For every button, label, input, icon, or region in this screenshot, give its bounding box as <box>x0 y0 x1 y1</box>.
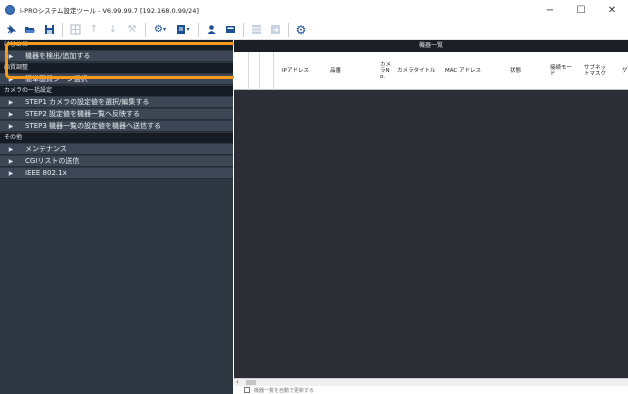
play-arrow-icon: ▶ <box>8 145 14 153</box>
column-header-camera-title[interactable]: カメラタイトル <box>397 52 439 90</box>
horizontal-scrollbar[interactable]: ‹ <box>234 378 628 386</box>
play-arrow-icon: ▶ <box>8 110 14 118</box>
toolbar-separator <box>145 22 146 37</box>
column-header-camera-no[interactable]: カメラNo. <box>380 52 391 90</box>
save-icon[interactable] <box>42 23 56 37</box>
upload-icon[interactable]: ↑ <box>87 23 101 37</box>
auto-update-checkbox[interactable] <box>244 387 250 393</box>
menu-item-label: STEP3 機器一覧の設定値を機器へ送信する <box>25 121 162 130</box>
window-title: i-PROシステム設定ツール - V6.99.99.7 [192.168.0.9… <box>20 7 199 15</box>
export-icon[interactable] <box>268 23 282 37</box>
close-button[interactable]: ✕ <box>597 0 627 20</box>
toolbar-separator <box>243 22 244 37</box>
menu-item-ieee-8021x[interactable]: ▶ IEEE 802.1x <box>0 168 233 179</box>
menu-item-maintenance[interactable]: ▶ メンテナンス <box>0 144 233 155</box>
pin-icon[interactable] <box>4 23 18 37</box>
sidebar: はじめに ▶ 機器を検出/追加する 画質調整 ▶ 簡単画質シーン選択 カメラの一… <box>0 40 233 394</box>
menu-item-label: メンテナンス <box>25 144 67 153</box>
column-header-subnet-mask[interactable]: サブネットマスク <box>584 52 608 90</box>
menu-item-label: STEP1 カメラの設定値を選択/編集する <box>25 97 150 106</box>
section-header-bulk-settings: カメラの一括設定 <box>0 86 233 96</box>
tools-icon[interactable]: ⚒ <box>125 23 139 37</box>
device-list-panel: 機器一覧 IPアドレス 品番 カメラNo. カメラタイトル MAC アドレス 状… <box>234 40 628 394</box>
open-folder-icon[interactable] <box>23 23 37 37</box>
column-header-connection-mode[interactable]: 接続モード <box>550 52 572 90</box>
menu-item-step1[interactable]: ▶ STEP1 カメラの設定値を選択/編集する <box>0 97 233 108</box>
toolbar: ↑ ↓ ⚒ ⚙ ▾ ▾ ⚙ <box>0 20 628 40</box>
menu-item-label: STEP2 設定値を機器一覧へ反映する <box>25 109 141 118</box>
toolbar-separator <box>62 22 63 37</box>
play-arrow-icon: ▶ <box>8 98 14 106</box>
menu-item-label: CGIリストの送信 <box>25 156 80 165</box>
scroll-left-icon[interactable]: ‹ <box>236 378 239 386</box>
toolbar-separator <box>198 22 199 37</box>
menu-item-step3[interactable]: ▶ STEP3 機器一覧の設定値を機器へ送信する <box>0 121 233 132</box>
column-divider <box>273 52 274 90</box>
scroll-thumb[interactable] <box>246 380 256 385</box>
user-icon[interactable] <box>204 23 218 37</box>
app-icon <box>5 5 15 15</box>
card-icon[interactable] <box>223 23 237 37</box>
grid-icon[interactable] <box>68 23 82 37</box>
table-icon[interactable] <box>249 23 263 37</box>
footer-bar: 機器一覧を自動で更新する <box>234 386 628 394</box>
highlight-frame <box>5 42 238 79</box>
column-header-ip-address[interactable]: IPアドレス <box>282 52 322 90</box>
minimize-button[interactable]: − <box>535 0 565 20</box>
settings-dropdown-icon[interactable]: ⚙ ▾ <box>151 23 169 37</box>
menu-item-cgi-list[interactable]: ▶ CGIリストの送信 <box>0 156 233 167</box>
toolbar-separator <box>288 22 289 37</box>
gear-icon[interactable]: ⚙ <box>294 23 308 37</box>
play-arrow-icon: ▶ <box>8 157 14 165</box>
menu-item-step2[interactable]: ▶ STEP2 設定値を機器一覧へ反映する <box>0 109 233 120</box>
document-dropdown-icon[interactable]: ▾ <box>174 23 192 37</box>
column-header-model[interactable]: 品番 <box>330 52 360 90</box>
download-icon[interactable]: ↓ <box>106 23 120 37</box>
maximize-button[interactable]: ☐ <box>566 0 596 20</box>
column-header-gateway[interactable]: ゲ <box>622 52 628 90</box>
title-bar: i-PROシステム設定ツール - V6.99.99.7 [192.168.0.9… <box>0 0 628 20</box>
column-divider <box>248 52 249 90</box>
auto-update-label: 機器一覧を自動で更新する <box>254 387 315 394</box>
table-header: IPアドレス 品番 カメラNo. カメラタイトル MAC アドレス 状態 接続モ… <box>234 52 628 90</box>
menu-item-label: IEEE 802.1x <box>25 168 67 177</box>
play-arrow-icon: ▶ <box>8 169 14 177</box>
column-header-status[interactable]: 状態 <box>510 52 530 90</box>
section-header-other: その他 <box>0 133 233 143</box>
column-divider <box>259 52 260 90</box>
device-list-title: 機器一覧 <box>234 40 628 52</box>
column-header-mac-address[interactable]: MAC アドレス <box>445 52 487 90</box>
play-arrow-icon: ▶ <box>8 122 14 130</box>
